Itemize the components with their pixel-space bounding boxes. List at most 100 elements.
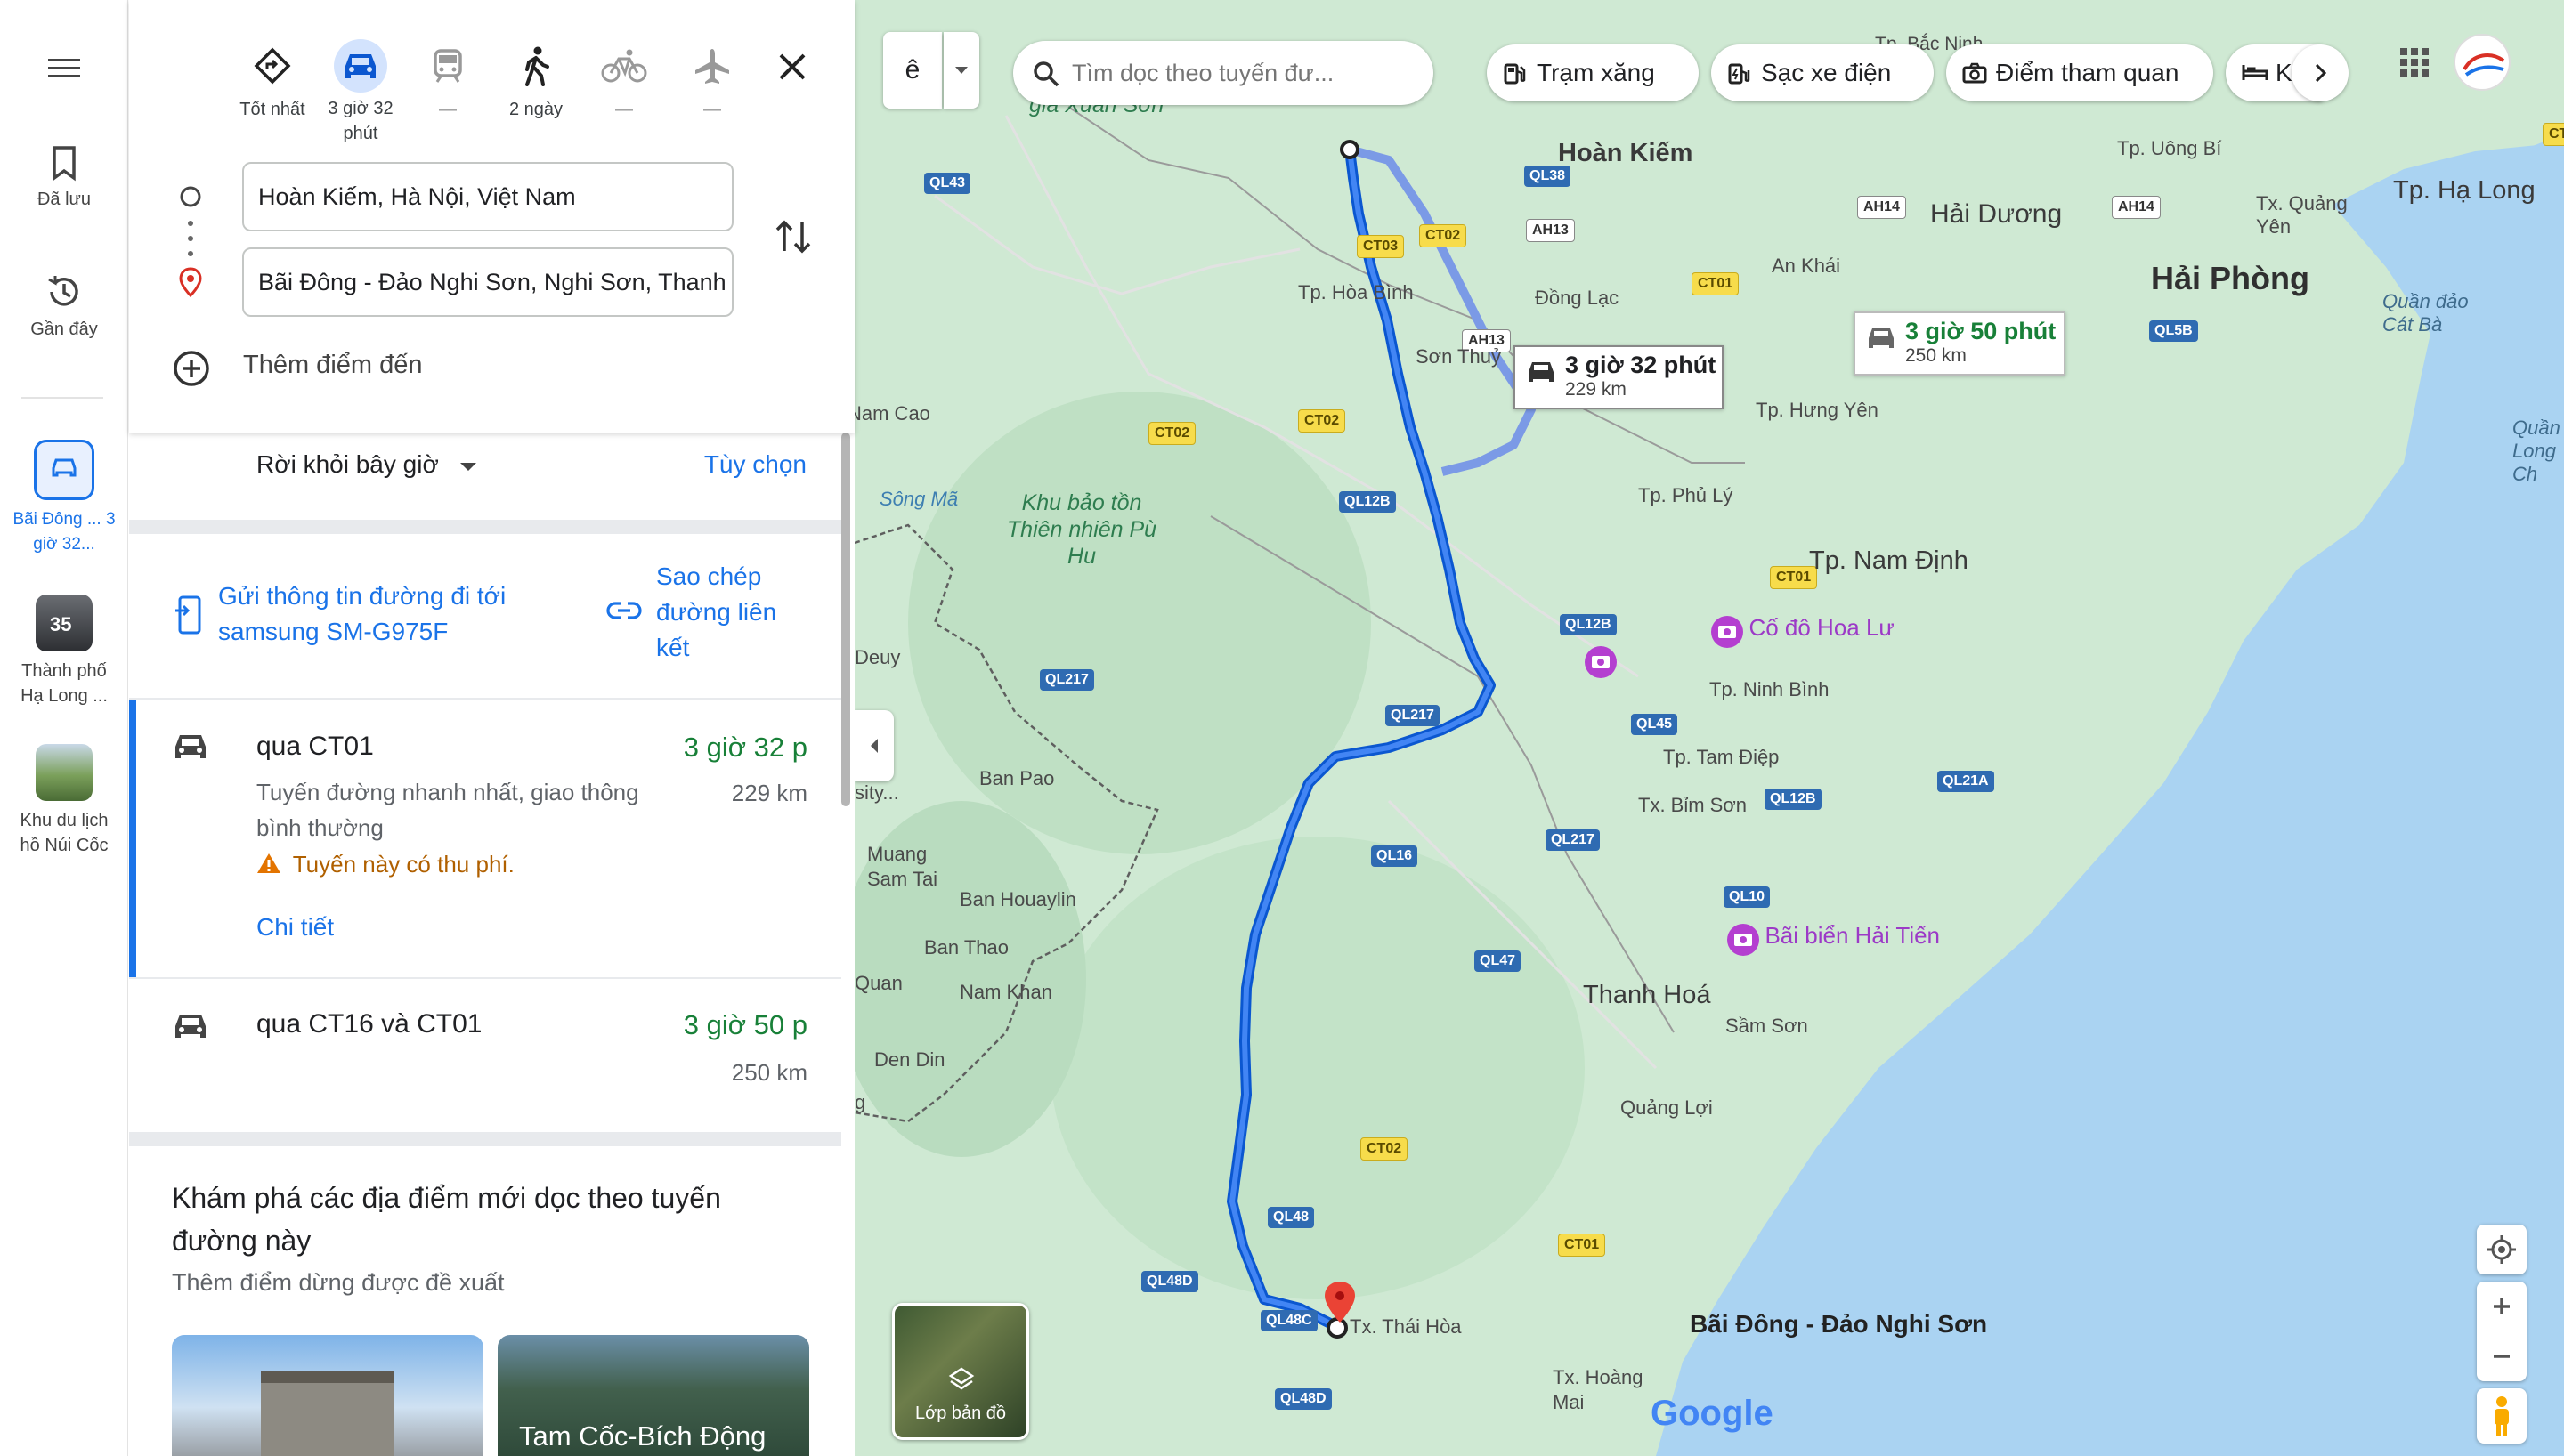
train-icon bbox=[434, 49, 462, 83]
active-route-label: Bãi Đông ... 3 giờ 32... bbox=[12, 510, 116, 554]
bike-icon bbox=[601, 49, 647, 83]
add-destination-label: Thêm điểm đến bbox=[243, 351, 423, 379]
destination-input[interactable]: Bãi Đông - Đảo Nghi Sơn, Nghi Sơn, Thanh bbox=[242, 247, 734, 317]
gas-station-icon bbox=[1504, 63, 1526, 85]
route-details-link[interactable]: Chi tiết bbox=[256, 913, 334, 942]
close-directions-button[interactable] bbox=[770, 44, 815, 89]
chip-gas-station[interactable]: Trạm xăng bbox=[1487, 44, 1699, 101]
place-label: Hải Phòng bbox=[2151, 260, 2309, 296]
place-label: Tp. Hưng Yên bbox=[1756, 399, 1878, 421]
chip-label: Điểm tham quan bbox=[1996, 59, 2179, 86]
route-distance: 229 km bbox=[731, 780, 807, 806]
my-location-button[interactable] bbox=[2477, 1225, 2527, 1274]
park-label: Khu bảo tồn Thiên nhiên Pù Hu bbox=[1006, 490, 1157, 569]
poi-label: Bãi biển Hải Tiến bbox=[1765, 922, 1941, 950]
chip-label: Trạm xăng bbox=[1537, 59, 1655, 86]
mode-flight[interactable]: — bbox=[668, 39, 757, 123]
bookmark-icon bbox=[53, 146, 76, 182]
road-shield: QL217 bbox=[1546, 829, 1600, 851]
place-label: Tp. Phủ Lý bbox=[1638, 484, 1733, 506]
mode-bike[interactable]: — bbox=[580, 39, 669, 123]
place-label: Ban Thao bbox=[924, 936, 1010, 959]
route-option-selected[interactable]: qua CT01 3 giờ 32 p Tuyến đường nhanh nh… bbox=[129, 700, 841, 977]
layers-button[interactable]: Lớp bản đồ bbox=[892, 1303, 1029, 1440]
apps-button[interactable] bbox=[2398, 46, 2430, 78]
road-shield: CT02 bbox=[1148, 422, 1197, 445]
language-toggle[interactable]: ê bbox=[883, 32, 942, 109]
poi-co-do-hoa-lu[interactable]: Cố đô Hoa Lư bbox=[1709, 614, 1895, 650]
road-shield: CT01 bbox=[1692, 272, 1740, 295]
place-label: Tp. Hạ Long bbox=[2393, 176, 2536, 205]
recent-item-nui-coc[interactable]: Khu du lịch hồ Núi Cốc bbox=[0, 744, 128, 858]
road-shield: QL12B bbox=[1560, 614, 1617, 635]
language-dropdown[interactable] bbox=[944, 32, 979, 109]
origin-circle-icon bbox=[180, 186, 201, 207]
mode-walk[interactable]: 2 ngày bbox=[491, 39, 580, 123]
explore-card-temple[interactable] bbox=[172, 1335, 483, 1456]
place-label: Hải Dương bbox=[1930, 199, 2063, 229]
options-link[interactable]: Tùy chọn bbox=[704, 450, 807, 479]
place-label: Tx. Quảng Yên bbox=[2256, 192, 2348, 238]
road-shield: CT02 bbox=[1360, 1137, 1408, 1161]
road-shield: QL12B bbox=[1339, 491, 1396, 513]
place-label: Ban Houaylin bbox=[960, 888, 1076, 910]
road-shield: QL16 bbox=[1371, 845, 1418, 867]
duration-text: 3 giờ 50 phút bbox=[1905, 318, 2057, 344]
poi-bai-bien-hai-tien[interactable]: Bãi biển Hải Tiến bbox=[1725, 922, 1940, 958]
add-destination-button[interactable]: Thêm điểm đến bbox=[172, 349, 423, 395]
car-icon bbox=[52, 458, 77, 477]
zoom-in-button[interactable] bbox=[2477, 1282, 2527, 1331]
chips-next-button[interactable] bbox=[2292, 44, 2349, 101]
car-icon bbox=[345, 54, 376, 78]
mode-best[interactable]: Tốt nhất bbox=[228, 39, 317, 123]
pegman-icon bbox=[2495, 1396, 2509, 1436]
origin-input[interactable]: Hoàn Kiếm, Hà Nội, Việt Nam bbox=[242, 162, 734, 231]
road-shield: QL47 bbox=[1474, 950, 1521, 972]
collapse-panel-button[interactable] bbox=[855, 710, 894, 781]
zoom-out-button[interactable] bbox=[2477, 1331, 2527, 1381]
road-shield: QL43 bbox=[924, 173, 971, 194]
route-origin-marker bbox=[1340, 140, 1359, 159]
river-label: Sông Mã bbox=[880, 488, 959, 510]
road-shield: AH13 bbox=[1526, 219, 1575, 242]
recent-label: Gần đây bbox=[30, 320, 98, 339]
poi-camera[interactable] bbox=[1583, 644, 1619, 684]
car-icon bbox=[1529, 362, 1554, 382]
street-view-pegman[interactable] bbox=[2477, 1388, 2527, 1444]
swap-button[interactable] bbox=[768, 212, 818, 262]
map-canvas[interactable]: QL43 CT03 CT02 AH13 AH13 QL38 AH14 AH14 … bbox=[855, 0, 2564, 1456]
alternate-route bbox=[1348, 145, 1536, 476]
depart-dropdown[interactable]: Rời khỏi bây giờ bbox=[256, 450, 478, 479]
place-label: Deuy bbox=[855, 646, 901, 668]
route-option[interactable]: qua CT16 và CT01 3 giờ 50 p 250 km bbox=[129, 979, 841, 1130]
best-route-icon bbox=[254, 47, 291, 85]
route-duration-alt[interactable]: 3 giờ 50 phút 250 km bbox=[1854, 311, 2065, 376]
saved-button[interactable]: Đã lưu bbox=[0, 144, 128, 212]
recent-button[interactable]: Gần đây bbox=[0, 272, 128, 342]
place-label: Tp. Uông Bí bbox=[2117, 137, 2222, 159]
route-duration-main[interactable]: 3 giờ 32 phút 229 km bbox=[1513, 345, 1724, 409]
minus-icon bbox=[2494, 1355, 2510, 1358]
explore-card-tam-coc[interactable]: Tam Cốc-Bích Động bbox=[498, 1335, 809, 1456]
layers-icon bbox=[948, 1367, 975, 1390]
walk-icon bbox=[525, 46, 549, 86]
link-icon bbox=[606, 602, 642, 619]
warning-icon bbox=[257, 853, 280, 873]
mode-car[interactable]: 3 giờ 32 phút bbox=[316, 39, 405, 146]
rail-divider bbox=[21, 397, 103, 399]
mode-transit[interactable]: — bbox=[403, 39, 492, 123]
directions-header: Tốt nhất 3 giờ 32 phút — 2 ngày — — Hoàn… bbox=[129, 0, 855, 433]
mode-label: 3 giờ 32 phút bbox=[328, 99, 394, 143]
panel-scrollbar[interactable] bbox=[841, 433, 850, 806]
search-placeholder: Tìm dọc theo tuyến đư... bbox=[1072, 60, 1335, 86]
zoom-controls bbox=[2477, 1282, 2527, 1381]
account-avatar[interactable] bbox=[2454, 34, 2511, 91]
route-search-input[interactable]: Tìm dọc theo tuyến đư... bbox=[1013, 41, 1433, 105]
chip-attractions[interactable]: Điểm tham quan bbox=[1946, 44, 2213, 101]
menu-button[interactable] bbox=[0, 55, 128, 87]
active-route-item[interactable]: Bãi Đông ... 3 giờ 32... bbox=[0, 440, 128, 557]
recent-item-ha-long[interactable]: 35 Thành phố Hạ Long ... bbox=[0, 595, 128, 708]
road-shield: QL48 bbox=[1268, 1207, 1315, 1228]
destination-label[interactable]: Bãi Đông - Đảo Nghi Sơn bbox=[1690, 1310, 1987, 1339]
chip-ev-charging[interactable]: Sạc xe điện bbox=[1711, 44, 1934, 101]
